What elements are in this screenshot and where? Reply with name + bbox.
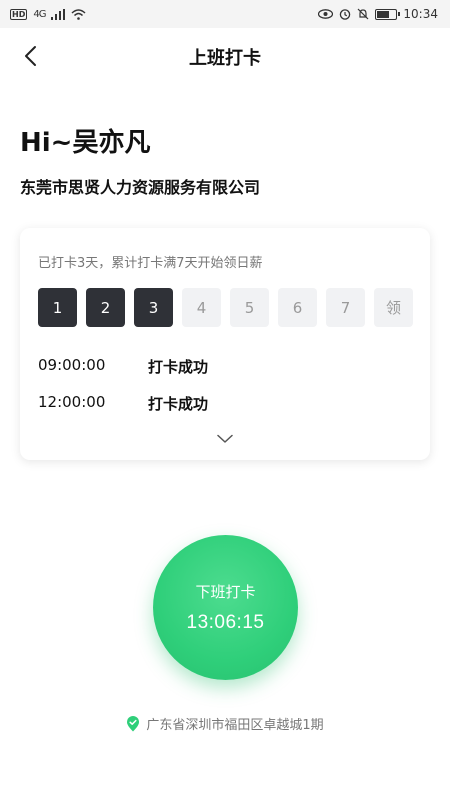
network-type: 4G [33, 8, 46, 20]
wifi-icon [71, 8, 86, 20]
clock-out-button[interactable]: 下班打卡 13:06:15 [153, 535, 298, 680]
location-check-icon [127, 715, 140, 731]
checkin-record: 12:00:00 打卡成功 [38, 393, 208, 414]
back-icon[interactable] [20, 44, 44, 68]
alarm-icon [340, 9, 351, 20]
mute-bell-icon [357, 8, 369, 20]
day-1: 1 [38, 288, 77, 327]
header: 上班打卡 [0, 28, 450, 86]
day-2: 2 [86, 288, 125, 327]
eye-icon [318, 9, 334, 19]
location-row: 广东省深圳市福田区卓越城1期 [0, 714, 450, 733]
greeting: Hi~吴亦凡 [20, 128, 151, 158]
chevron-down-icon[interactable] [217, 434, 233, 444]
day-5: 5 [230, 288, 269, 327]
claim-wage-day[interactable]: 领 [374, 288, 413, 327]
status-left: HD 4G [10, 8, 86, 20]
battery-icon [375, 8, 401, 20]
checkin-tip: 已打卡3天，累计打卡满7天开始领日薪 [38, 256, 263, 271]
record-time: 12:00:00 [38, 393, 106, 411]
record-status: 打卡成功 [148, 358, 209, 376]
signal-icon [51, 8, 66, 20]
record-status: 打卡成功 [148, 395, 209, 413]
company-name: 东莞市思贤人力资源服务有限公司 [20, 178, 261, 197]
clock: 10:34 [403, 7, 438, 21]
location-text: 广东省深圳市福田区卓越城1期 [146, 718, 324, 733]
hd-icon: HD [10, 8, 28, 20]
record-time: 09:00:00 [38, 356, 106, 374]
day-7: 7 [326, 288, 365, 327]
day-3: 3 [134, 288, 173, 327]
day-6: 6 [278, 288, 317, 327]
day-4: 4 [182, 288, 221, 327]
checkin-card: 已打卡3天，累计打卡满7天开始领日薪 1 2 3 4 5 6 7 领 09:00… [20, 228, 430, 460]
status-bar: HD 4G 10:34 [0, 0, 450, 28]
clock-out-label: 下班打卡 [195, 584, 256, 601]
status-right: 10:34 [318, 7, 438, 21]
current-time: 13:06:15 [186, 612, 265, 633]
checkin-record: 09:00:00 打卡成功 [38, 356, 208, 377]
page-title: 上班打卡 [189, 48, 261, 69]
day-progress: 1 2 3 4 5 6 7 领 [38, 288, 413, 327]
